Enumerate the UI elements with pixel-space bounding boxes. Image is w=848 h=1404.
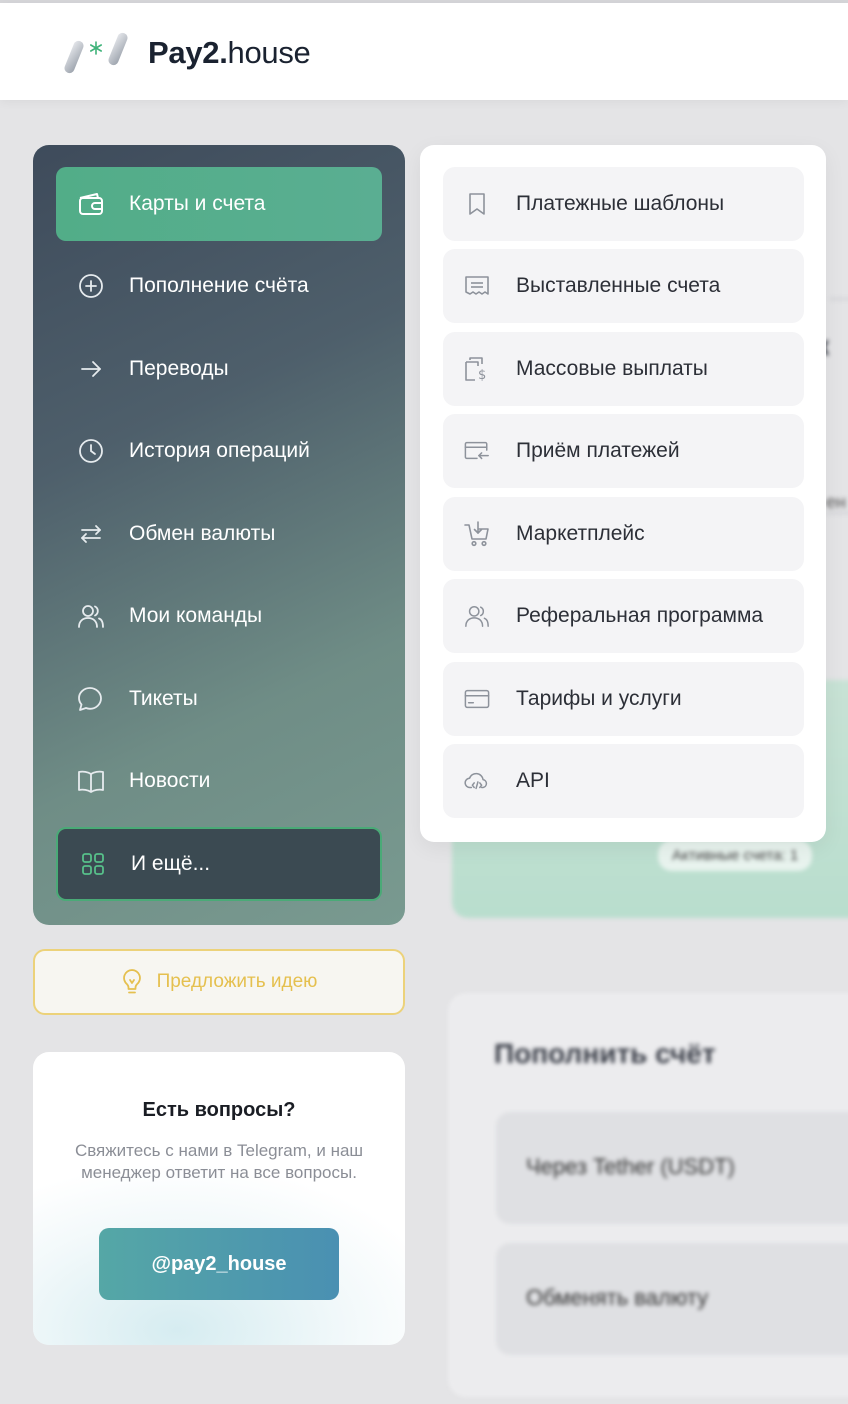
header: Pay2.house [0, 3, 848, 100]
sidebar-item-label: И ещё... [131, 852, 211, 875]
menu-item-label: Приём платежей [516, 439, 680, 462]
sidebar-item-label: Обмен валюты [129, 522, 276, 545]
card-icon [464, 686, 490, 712]
more-menu: Платежные шаблоны Выставленные счета $ М… [420, 145, 826, 842]
bookmark-icon [464, 191, 490, 217]
sidebar-item-topup[interactable]: Пополнение счёта [56, 249, 382, 323]
bg-topup-row: Через Tether (USDT) [496, 1112, 848, 1224]
bg-text-fragment: ен [826, 492, 846, 512]
menu-item-tariffs[interactable]: Тарифы и услуги [443, 662, 804, 736]
menu-item-label: Массовые выплаты [516, 357, 708, 380]
menu-item-label: Тарифы и услуги [516, 687, 682, 710]
support-title: Есть вопросы? [142, 1099, 296, 1121]
sidebar-item-tickets[interactable]: Тикеты [56, 662, 382, 736]
support-text: Свяжитесь с нами в Telegram, и наш менед… [74, 1141, 364, 1182]
sidebar-item-transfers[interactable]: Переводы [56, 332, 382, 406]
sidebar-item-cards[interactable]: Карты и счета [56, 167, 382, 241]
sidebar-item-label: История операций [129, 439, 310, 462]
menu-item-label: API [516, 769, 550, 792]
menu-item-api[interactable]: API [443, 744, 804, 818]
card-receive-icon [464, 438, 490, 464]
brand-name: Pay2.house [148, 35, 311, 70]
sidebar-item-exchange[interactable]: Обмен валюты [56, 497, 382, 571]
mass-payout-icon: $ [464, 356, 490, 382]
chat-icon [76, 684, 106, 714]
menu-item-marketplace[interactable]: Маркетплейс [443, 497, 804, 571]
sidebar-item-label: Переводы [129, 357, 229, 380]
menu-item-label: Реферальная программа [516, 604, 764, 627]
menu-item-invoices[interactable]: Выставленные счета [443, 249, 804, 323]
exchange-icon [76, 519, 106, 549]
sidebar-item-label: Мои команды [129, 604, 263, 627]
sidebar-item-label: Карты и счета [129, 192, 266, 215]
grid-icon [78, 849, 108, 879]
sidebar-item-more[interactable]: И ещё... [56, 827, 382, 901]
bg-divider [826, 512, 848, 514]
sidebar-item-history[interactable]: История операций [56, 414, 382, 488]
sidebar-item-label: Новости [129, 769, 211, 792]
sidebar: Карты и счета Пополнение счёта Переводы [33, 145, 405, 925]
menu-item-label: Платежные шаблоны [516, 192, 725, 215]
book-icon [76, 766, 106, 796]
menu-item-accept-payments[interactable]: Приём платежей [443, 414, 804, 488]
arrow-right-icon [76, 354, 106, 384]
wallet-icon [76, 189, 106, 219]
bg-active-accounts-badge: Активные счета: 1 [658, 840, 813, 871]
bg-topup-row: Обменять валюту [496, 1243, 848, 1355]
sidebar-item-label: Пополнение счёта [129, 274, 309, 297]
receipt-icon [464, 273, 490, 299]
users-icon [76, 601, 106, 631]
cloud-code-icon [464, 768, 490, 794]
menu-item-label: Маркетплейс [516, 522, 645, 545]
plus-circle-icon [76, 271, 106, 301]
bg-divider [830, 298, 848, 300]
clock-icon [76, 436, 106, 466]
svg-text:$: $ [478, 368, 486, 382]
sidebar-item-label: Тикеты [129, 687, 198, 710]
lightbulb-icon [121, 968, 143, 996]
cart-icon [464, 521, 490, 547]
brand-logo[interactable]: Pay2.house [64, 30, 311, 76]
users-icon [464, 603, 490, 629]
menu-item-referral[interactable]: Реферальная программа [443, 579, 804, 653]
telegram-button[interactable]: @pay2_house [99, 1228, 339, 1300]
suggest-idea-button[interactable]: Предложить идею [33, 949, 405, 1015]
sidebar-item-news[interactable]: Новости [56, 744, 382, 818]
suggest-idea-label: Предложить идею [156, 971, 318, 992]
menu-item-label: Выставленные счета [516, 274, 721, 297]
logo-mark-icon [64, 32, 128, 74]
bg-topup-title: Пополнить счёт [494, 1038, 716, 1069]
sidebar-item-teams[interactable]: Мои команды [56, 579, 382, 653]
support-card: Есть вопросы? Свяжитесь с нами в Telegra… [33, 1052, 405, 1345]
menu-item-templates[interactable]: Платежные шаблоны [443, 167, 804, 241]
menu-item-mass-payouts[interactable]: $ Массовые выплаты [443, 332, 804, 406]
